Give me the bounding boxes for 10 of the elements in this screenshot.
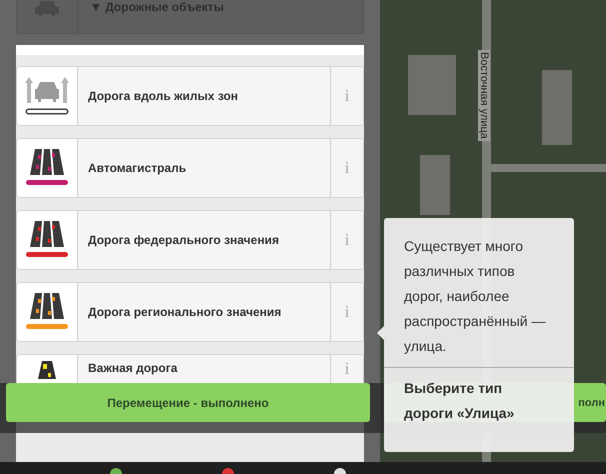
toast-text: Перемещение - выполнено [107, 396, 269, 410]
street-label: Восточная улица [478, 50, 490, 141]
hint-instruction: Выберите тип дороги «Улица» [404, 379, 516, 423]
road-type-label: Важная дорога [88, 361, 178, 375]
hint-text: Существует много различных типов дорог, наиболее распространённый — улица. [384, 234, 574, 368]
toast-text: полн [578, 396, 605, 408]
road-type-label: Дорога регионального значения [88, 305, 282, 319]
road-type-label: Автомагистраль [88, 161, 186, 175]
road-type-label: Дорога вдоль жилых зон [88, 89, 238, 103]
road-type-label: Дорога федерального значения [88, 233, 279, 247]
